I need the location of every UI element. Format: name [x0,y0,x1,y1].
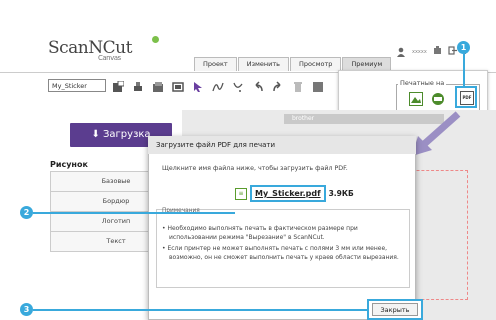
tab-premium[interactable]: Премиум [342,57,392,71]
pdf-file-link[interactable]: My_Sticker.pdf [250,185,326,202]
upload-label: Загрузка [103,129,151,140]
pdf-icon: PDF [460,91,474,105]
dialog-instruction: Щелкните имя файла ниже, чтобы загрузить… [162,165,348,172]
file-row: ≡ My_Sticker.pdf 3.9КБ [235,185,354,202]
callout-arrow [412,111,461,156]
user-name[interactable]: xxxxx [412,49,427,55]
grid-icon[interactable] [312,78,324,92]
note-item: • Необходимо выполнять печать в фактичес… [162,225,358,241]
main-tabs: Проект Изменить Просмотр Премиум [194,57,392,71]
callout-badge-3: 3 [20,303,33,316]
callout-badge-1: 1 [457,41,470,54]
pen-tool-icon[interactable] [232,78,244,92]
close-button[interactable]: Закрыть [372,303,418,316]
pattern-title: Рисунок [50,160,88,169]
tab-view[interactable]: Просмотр [290,57,342,71]
save-icon[interactable] [152,78,164,92]
project-name-field[interactable]: My_Sticker [48,79,106,92]
delete-icon[interactable] [292,78,304,92]
app-logo: ScanNCut Canvas [48,36,159,62]
transfer-icon[interactable] [172,78,184,92]
pdf-print-button[interactable]: PDF [455,86,477,108]
settings-icon[interactable] [433,46,442,58]
upload-icon: ⬇ [91,129,100,140]
notes-list: • Необходимо выполнять печать в фактичес… [162,224,404,264]
dialog-title: Загрузите файл PDF для печати [148,136,416,154]
callout-line-2 [33,212,235,214]
note-item: • Если принтер не может выполнять печать… [162,245,399,261]
draw-tool-icon[interactable] [212,78,224,92]
logo-dot [152,36,159,43]
new-project-icon[interactable] [112,78,125,92]
tab-edit[interactable]: Изменить [237,57,290,71]
logout-icon[interactable] [448,46,457,58]
print-popup-label: Печатные на [398,79,447,87]
callout-badge-2: 2 [20,206,33,219]
file-icon: ≡ [235,187,247,200]
user-icon[interactable] [396,47,406,57]
tab-project[interactable]: Проект [194,57,237,71]
callout-line-1 [463,54,465,86]
logo-subtext: Canvas [98,54,121,62]
print-sticker-icon[interactable] [431,91,445,105]
undo-icon[interactable] [252,78,264,92]
select-tool-icon[interactable] [192,78,204,92]
toolbar [112,78,324,92]
print-icon[interactable] [132,78,144,91]
file-size: 3.9КБ [328,189,354,198]
redo-icon[interactable] [272,78,284,92]
print-image-icon[interactable] [409,91,423,106]
callout-line-3 [33,309,367,311]
